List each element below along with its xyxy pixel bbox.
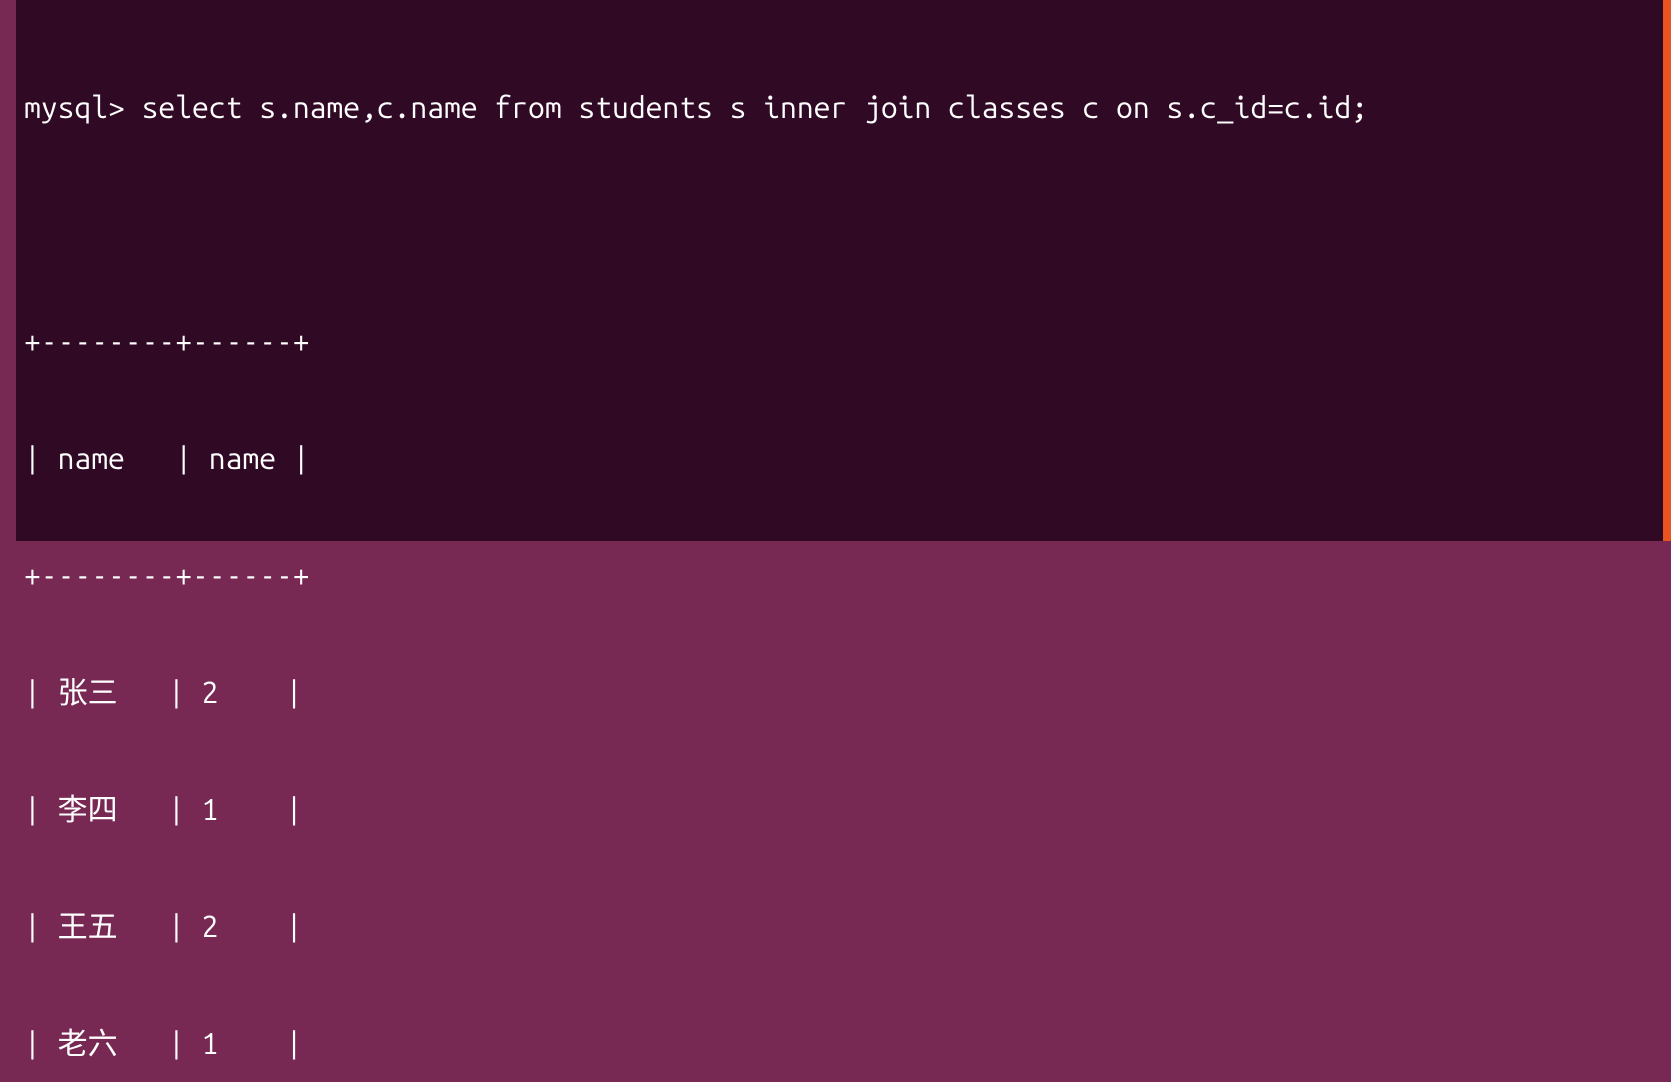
blank-line [24, 205, 1655, 244]
table-border-sep: +--------+------+ [24, 556, 1655, 595]
table-row: | 张三 | 2 | [24, 673, 1655, 712]
query-line: mysql> select s.name,c.name from student… [24, 88, 1655, 127]
table-header: | name | name | [24, 439, 1655, 478]
table-row: | 王五 | 2 | [24, 907, 1655, 946]
table-row: | 老六 | 1 | [24, 1024, 1655, 1063]
terminal-pane[interactable]: mysql> select s.name,c.name from student… [16, 0, 1663, 541]
table-row: | 李四 | 1 | [24, 790, 1655, 829]
table-border-top: +--------+------+ [24, 322, 1655, 361]
mysql-prompt: mysql> [24, 90, 125, 124]
sql-query: select s.name,c.name from students s inn… [142, 90, 1368, 124]
window-right-border [1663, 0, 1671, 541]
window-left-border [0, 0, 16, 541]
